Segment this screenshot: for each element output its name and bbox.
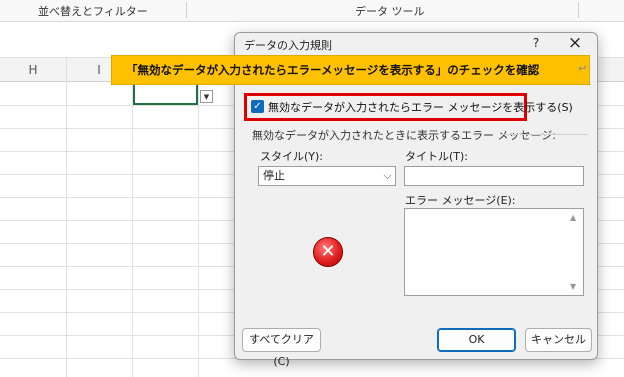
style-select[interactable]: 停止 <box>258 166 396 186</box>
column-header-h[interactable]: H <box>0 58 66 82</box>
active-cell[interactable] <box>133 82 198 105</box>
ribbon-separator <box>186 2 187 18</box>
ok-button[interactable]: OK <box>437 328 516 352</box>
annotation-callout: 「無効なデータが入力されたらエラーメッセージを表示する」のチェックを確認 <box>111 55 590 85</box>
scroll-up-icon[interactable]: ▲ <box>570 213 576 222</box>
ribbon-separator <box>578 2 579 18</box>
section-label: 無効なデータが入力されたときに表示するエラー メッセージ: <box>252 129 556 142</box>
return-glyph-icon: ↵ <box>578 62 588 75</box>
ribbon-group-sort-filter: 並べ替えとフィルター <box>38 5 148 18</box>
chevron-down-icon[interactable]: ⌵ <box>380 167 395 185</box>
title-input[interactable] <box>404 166 584 186</box>
cell-dropdown-button[interactable]: ▼ <box>200 90 213 103</box>
error-message-textarea[interactable] <box>404 208 584 296</box>
stop-error-icon: ✕ <box>313 237 343 267</box>
ribbon-group-data-tools: データ ツール <box>355 5 425 18</box>
show-error-checkbox-label[interactable]: 無効なデータが入力されたらエラー メッセージを表示する(S) <box>268 99 573 115</box>
help-button[interactable]: ? <box>528 35 544 51</box>
cancel-button[interactable]: キャンセル <box>525 328 592 352</box>
close-button[interactable]: × <box>566 34 584 52</box>
style-label: スタイル(Y): <box>260 150 324 163</box>
title-label: タイトル(T): <box>405 150 469 163</box>
scroll-down-icon[interactable]: ▼ <box>570 282 576 291</box>
show-error-checkbox[interactable]: ✓ <box>251 100 264 113</box>
section-divider <box>502 134 588 135</box>
dialog-title: データの入力規則 <box>244 39 332 52</box>
error-message-label: エラー メッセージ(E): <box>405 194 516 207</box>
clear-all-button[interactable]: すべてクリア(C) <box>242 328 321 368</box>
